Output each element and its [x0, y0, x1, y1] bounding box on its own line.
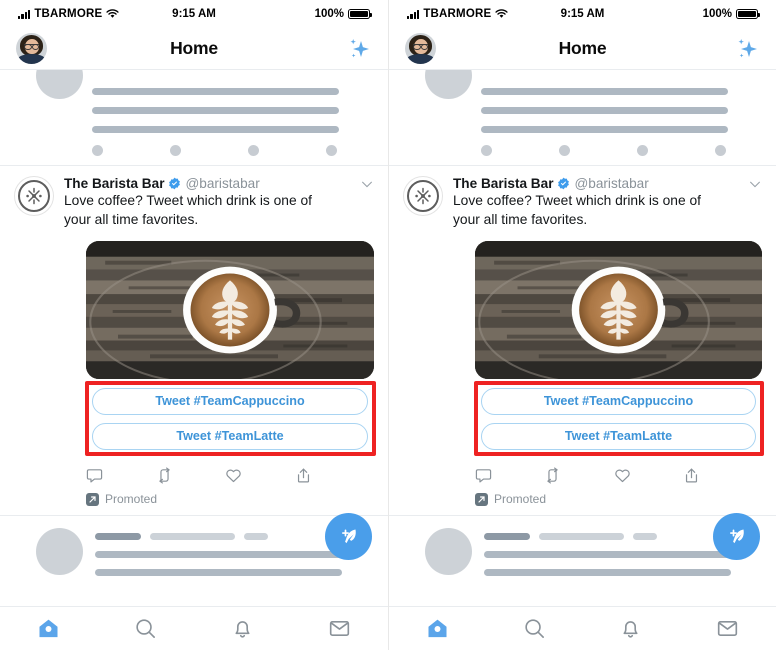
- timeline-feed[interactable]: The Barista Bar @baristabar Love coffee?…: [0, 70, 388, 606]
- tweet-media-image[interactable]: [475, 241, 762, 379]
- wifi-icon: [106, 9, 120, 18]
- cta-buttons-group: Tweet #TeamCappuccino Tweet #TeamLatte: [474, 379, 764, 458]
- verified-badge-icon: [558, 177, 570, 190]
- wifi-icon: [495, 9, 509, 18]
- status-bar-right: 100%: [216, 8, 373, 20]
- phone-panel-left: TBARMORE 9:15 AM 100% Home The Barista B…: [0, 0, 388, 650]
- tweet-body: The Barista Bar @baristabar Love coffee?…: [453, 176, 762, 229]
- promoted-arrow-icon: [475, 492, 488, 506]
- cta-buttons-group: Tweet #TeamCappuccino Tweet #TeamLatte: [85, 379, 376, 458]
- carrier-label: TBARMORE: [34, 8, 103, 20]
- cta-button-latte[interactable]: Tweet #TeamLatte: [481, 423, 756, 450]
- tweet-header: The Barista Bar @baristabar: [64, 176, 374, 191]
- cta-button-cappuccino[interactable]: Tweet #TeamCappuccino: [92, 388, 368, 415]
- user-avatar[interactable]: [16, 33, 47, 64]
- status-bar-left: TBARMORE: [407, 8, 561, 20]
- app-header: Home: [389, 28, 776, 70]
- sparkles-icon[interactable]: [732, 35, 760, 63]
- skeleton-avatar-bottom: [425, 528, 472, 575]
- clock-label: 9:15 AM: [172, 8, 216, 20]
- tab-home[interactable]: [389, 617, 486, 640]
- promoted-arrow-icon: [86, 492, 99, 506]
- cta-button-latte[interactable]: Tweet #TeamLatte: [92, 423, 368, 450]
- signal-bars-icon: [18, 9, 31, 19]
- battery-percent-label: 100%: [702, 8, 733, 20]
- battery-percent-label: 100%: [314, 8, 345, 20]
- promoted-tweet: The Barista Bar @baristabar Love coffee?…: [0, 166, 388, 233]
- promoted-label: Promoted: [494, 492, 547, 506]
- skeleton-tweet-top: [0, 70, 388, 166]
- signal-bars-icon: [407, 9, 420, 19]
- tweet-body: The Barista Bar @baristabar Love coffee?…: [64, 176, 374, 229]
- share-icon[interactable]: [295, 467, 365, 484]
- brand-avatar[interactable]: [14, 176, 54, 216]
- status-bar: TBARMORE 9:15 AM 100%: [389, 0, 776, 28]
- comparison-stage: TBARMORE 9:15 AM 100% Home The Barista B…: [0, 0, 777, 650]
- skeleton-lines: [481, 80, 762, 133]
- tab-messages[interactable]: [679, 617, 776, 640]
- skeleton-action-dots: [481, 145, 762, 156]
- verified-badge-icon: [169, 177, 181, 190]
- timeline-feed[interactable]: The Barista Bar @baristabar Love coffee?…: [389, 70, 776, 606]
- brand-avatar[interactable]: [403, 176, 443, 216]
- chevron-down-icon[interactable]: [748, 177, 762, 191]
- tweet-action-bar: [475, 467, 762, 484]
- battery-icon: [736, 8, 761, 20]
- cta-button-cappuccino[interactable]: Tweet #TeamCappuccino: [481, 388, 756, 415]
- promoted-label-row: Promoted: [475, 492, 762, 506]
- bottom-tab-bar: [389, 606, 776, 650]
- skeleton-action-dots: [92, 145, 374, 156]
- tweet-text: Love coffee? Tweet which drink is one of…: [64, 193, 312, 227]
- chevron-down-icon[interactable]: [360, 177, 374, 191]
- tab-messages[interactable]: [291, 617, 388, 640]
- page-title: Home: [170, 38, 218, 58]
- bottom-tab-bar: [0, 606, 388, 650]
- tab-search[interactable]: [97, 617, 194, 640]
- sparkles-icon[interactable]: [344, 35, 372, 63]
- skeleton-avatar-bottom: [36, 528, 83, 575]
- tweet-display-name: The Barista Bar: [64, 176, 165, 191]
- promoted-tweet: The Barista Bar @baristabar Love coffee?…: [389, 166, 776, 233]
- compose-tweet-button[interactable]: [713, 513, 760, 560]
- reply-icon[interactable]: [86, 467, 156, 484]
- retweet-icon[interactable]: [156, 467, 226, 484]
- retweet-icon[interactable]: [544, 467, 613, 484]
- tab-home[interactable]: [0, 617, 97, 640]
- tab-search[interactable]: [486, 617, 583, 640]
- tweet-action-bar: [86, 467, 374, 484]
- user-avatar[interactable]: [405, 33, 436, 64]
- share-icon[interactable]: [683, 467, 752, 484]
- status-bar-left: TBARMORE: [18, 8, 172, 20]
- like-icon[interactable]: [614, 467, 683, 484]
- tweet-handle: @baristabar: [185, 176, 260, 191]
- compose-tweet-button[interactable]: [325, 513, 372, 560]
- tweet-display-name: The Barista Bar: [453, 176, 554, 191]
- promoted-label: Promoted: [105, 492, 158, 506]
- tab-notifications[interactable]: [583, 617, 680, 640]
- like-icon[interactable]: [225, 467, 295, 484]
- tweet-handle: @baristabar: [574, 176, 649, 191]
- reply-icon[interactable]: [475, 467, 544, 484]
- tweet-media-image[interactable]: [86, 241, 374, 379]
- tweet-header: The Barista Bar @baristabar: [453, 176, 762, 191]
- page-title: Home: [558, 38, 607, 58]
- promoted-label-row: Promoted: [86, 492, 374, 506]
- skeleton-lines: [92, 80, 374, 133]
- skeleton-avatar: [36, 70, 83, 99]
- battery-icon: [348, 8, 373, 20]
- skeleton-tweet-top: [389, 70, 776, 166]
- status-bar: TBARMORE 9:15 AM 100%: [0, 0, 388, 28]
- tab-notifications[interactable]: [194, 617, 291, 640]
- skeleton-avatar: [425, 70, 472, 99]
- tweet-text: Love coffee? Tweet which drink is one of…: [453, 193, 701, 227]
- status-bar-right: 100%: [604, 8, 761, 20]
- clock-label: 9:15 AM: [560, 8, 605, 20]
- carrier-label: TBARMORE: [423, 8, 492, 20]
- app-header: Home: [0, 28, 388, 70]
- phone-panel-right: TBARMORE 9:15 AM 100% Home The Barista B…: [388, 0, 776, 650]
